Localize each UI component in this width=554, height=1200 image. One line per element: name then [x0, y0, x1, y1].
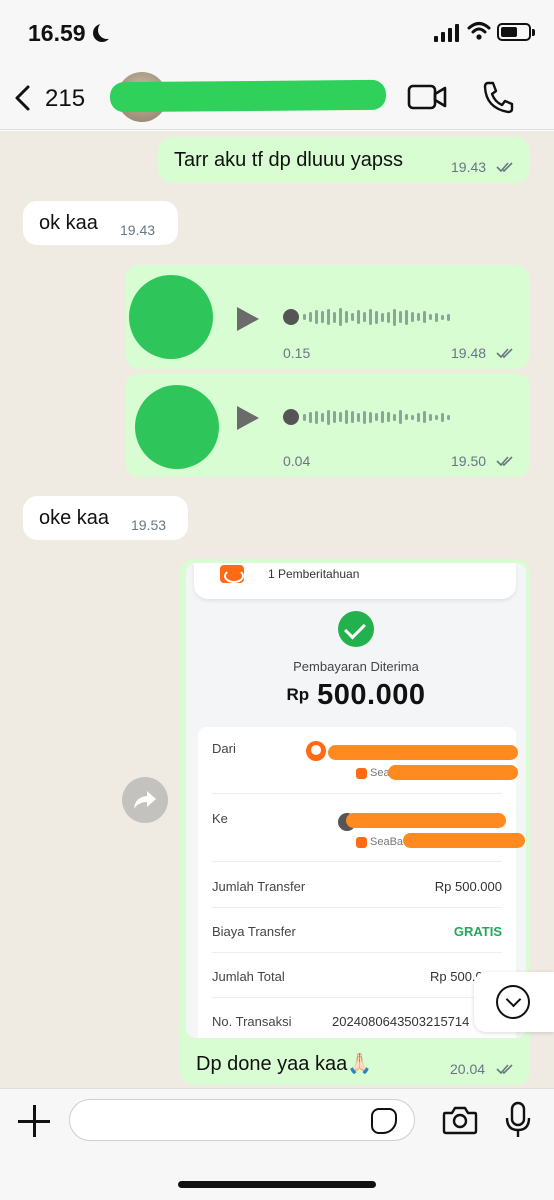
message-bubble-outgoing[interactable]: Tarr aku tf dp dluuu yapss 19.43 — [158, 137, 530, 183]
bank-logo-icon — [356, 837, 367, 848]
read-receipt-icon — [496, 456, 513, 467]
chevron-down-circle-icon — [496, 985, 530, 1019]
currency-label: Rp — [286, 685, 310, 704]
amount-value: 500.000 — [317, 679, 426, 711]
divider — [212, 907, 502, 908]
waveform-scrubber[interactable] — [283, 309, 299, 325]
moon-icon — [98, 21, 116, 39]
message-text: oke kaa — [39, 507, 110, 529]
sender-bank: Sea — [370, 767, 390, 779]
sender-name-redacted — [328, 745, 518, 760]
divider — [212, 952, 502, 953]
wifi-icon — [467, 22, 491, 40]
video-camera-icon[interactable] — [407, 82, 447, 112]
detail-value: 2024080643503215714 — [332, 1014, 470, 1029]
recipient-name-redacted — [346, 813, 506, 828]
transfer-details-card: Dari Sea Ke SeaBa Jumlah Transfer Rp 500… — [198, 727, 525, 1038]
message-bubble-incoming[interactable]: oke kaa 19.53 — [23, 496, 188, 540]
forward-button[interactable] — [122, 777, 168, 823]
home-indicator[interactable] — [178, 1181, 376, 1188]
recipient-bank: SeaBa — [370, 836, 404, 848]
message-input[interactable] — [69, 1099, 415, 1141]
cellular-signal-icon — [434, 24, 459, 42]
bank-logo-icon — [220, 565, 244, 583]
message-text: ok kaa — [39, 212, 98, 234]
read-receipt-icon — [496, 348, 513, 359]
back-unread-count[interactable]: 215 — [45, 85, 85, 113]
input-bar — [0, 1088, 554, 1200]
phone-icon[interactable] — [482, 80, 514, 114]
voice-message-bubble[interactable]: 0.04 19.50 — [125, 373, 530, 477]
status-bar: 16.59 — [0, 0, 554, 66]
detail-value: Rp 500.000 — [434, 879, 502, 894]
sender-avatar-icon — [306, 741, 326, 761]
voice-sender-avatar — [135, 385, 219, 469]
read-receipt-icon — [496, 1064, 513, 1075]
battery-nub — [532, 29, 535, 36]
scroll-to-bottom-button[interactable] — [474, 972, 554, 1032]
notification-label: 1 Pemberitahuan — [268, 567, 360, 581]
plus-icon[interactable] — [18, 1105, 50, 1137]
audio-waveform[interactable] — [303, 404, 450, 430]
message-time: 19.50 — [451, 453, 487, 469]
battery-icon — [497, 23, 535, 41]
chevron-left-icon[interactable] — [12, 84, 34, 112]
read-receipt-icon — [496, 162, 513, 173]
play-icon[interactable] — [237, 406, 259, 430]
message-time: 19.53 — [131, 517, 167, 533]
message-time: 19.43 — [451, 159, 487, 175]
image-caption: Dp done yaa kaa🙏🏻 — [196, 1053, 373, 1075]
play-icon[interactable] — [237, 307, 259, 331]
message-time: 20.04 — [450, 1061, 486, 1077]
message-time: 19.43 — [120, 222, 156, 238]
forward-share-icon — [134, 791, 156, 809]
transfer-receipt-image[interactable]: 1 Pemberitahuan Pembayaran Diterima Rp 50… — [186, 563, 526, 1038]
audio-waveform[interactable] — [303, 304, 450, 330]
contact-name-redacted[interactable] — [109, 79, 387, 113]
sender-account-redacted — [388, 765, 518, 780]
payment-amount: Rp 500.000 — [186, 679, 526, 712]
message-bubble-incoming[interactable]: ok kaa 19.43 — [23, 201, 178, 245]
voice-duration: 0.04 — [283, 453, 311, 469]
bank-logo-icon — [356, 768, 367, 779]
battery-level — [501, 27, 517, 37]
voice-message-bubble[interactable]: 0.15 19.48 — [125, 265, 530, 369]
message-time: 19.48 — [451, 345, 487, 361]
detail-value: GRATIS — [453, 924, 502, 939]
recipient-account-redacted — [403, 833, 525, 848]
payment-status: Pembayaran Diterima — [293, 659, 419, 674]
divider — [212, 861, 502, 862]
camera-icon[interactable] — [442, 1105, 478, 1135]
status-time: 16.59 — [28, 20, 86, 46]
chat-header: 215 — [0, 66, 554, 130]
divider — [212, 997, 502, 998]
message-text: Tarr aku tf dp dluuu yapss — [174, 149, 404, 171]
microphone-icon[interactable] — [504, 1101, 532, 1139]
chat-area[interactable]: Tarr aku tf dp dluuu yapss 19.43 ok kaa … — [0, 131, 554, 1088]
divider — [212, 793, 502, 794]
notification-pill: 1 Pemberitahuan — [194, 563, 516, 599]
check-circle-icon — [338, 611, 374, 647]
voice-duration: 0.15 — [283, 345, 311, 361]
waveform-scrubber[interactable] — [283, 409, 299, 425]
voice-sender-avatar — [129, 275, 213, 359]
